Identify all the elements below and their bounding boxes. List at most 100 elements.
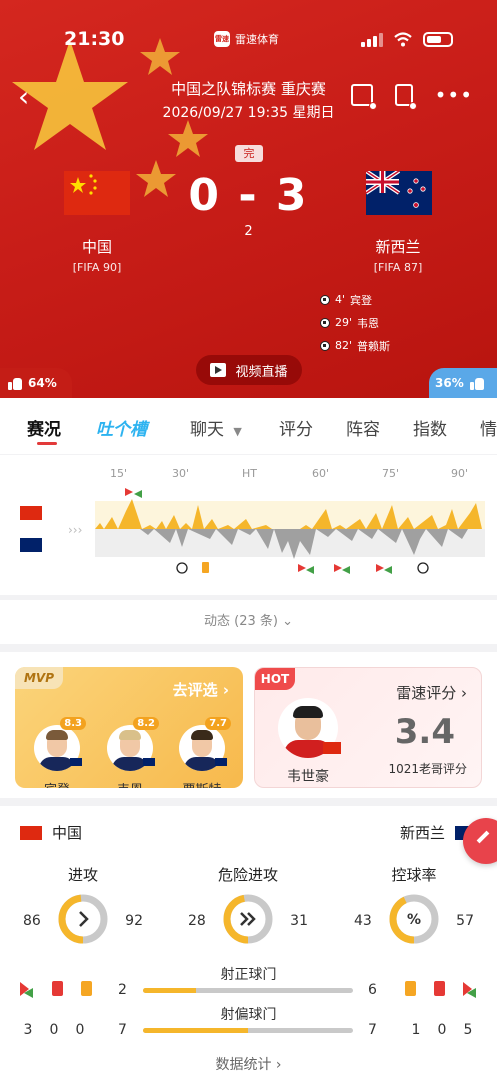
home-value: 28 [188, 913, 206, 929]
double-chevron-icon [223, 894, 273, 944]
tab-chat[interactable]: 聊天 ▼ [190, 415, 242, 440]
chevron-down-icon: ▼ [233, 425, 242, 438]
gauge-possession: 控球率 43 % 57 [354, 864, 474, 953]
signal-icon [361, 32, 383, 47]
calendar-icon[interactable] [350, 84, 377, 110]
system-icons [361, 32, 453, 47]
momentum-chart: 15' 30' HT 60' 75' 90' ››› [20, 467, 485, 574]
goal-minute: 82' [335, 339, 353, 352]
app-logo-icon: 雷速 [214, 31, 230, 47]
events-link[interactable]: 动态 (23 条) ⌄ [0, 600, 497, 644]
player-name: 韦恩 [105, 779, 155, 788]
stats-link[interactable]: 数据统计 › [0, 1054, 497, 1074]
home-vote-button[interactable]: 64% [0, 368, 72, 398]
mvp-candidate[interactable]: 7.7 贾斯特 [177, 717, 231, 788]
tick-label: 60' [312, 467, 329, 480]
home-team[interactable]: 中国 [FIFA 90] [37, 236, 157, 274]
thumbs-up-icon [469, 376, 484, 390]
tab-overview[interactable]: 赛况 [27, 415, 61, 440]
away-vote-button[interactable]: 36% [429, 368, 497, 398]
player-rating: 7.7 [205, 717, 231, 730]
stat-label: 射正球门 [220, 967, 277, 983]
player-rating: 8.2 [133, 717, 159, 730]
china-flag-icon [323, 742, 341, 754]
mvp-candidate[interactable]: 8.3 宾登 [32, 717, 86, 788]
stats-panel: 中国 新西兰 进攻 86 92 危险进攻 28 31 控球率 43 % 57 射… [0, 806, 497, 1080]
tick-label: 15' [110, 467, 127, 480]
tab-odds[interactable]: 指数 [413, 415, 447, 440]
vote-mvp-link[interactable]: 去评选 › [173, 679, 229, 700]
tick-label: 75' [382, 467, 399, 480]
football-icon [320, 340, 330, 351]
goal-item: 29' 韦恩 [320, 311, 390, 334]
rating-title-link[interactable]: 雷速评分 › [396, 682, 467, 703]
goal-marker [176, 562, 188, 574]
goal-minute: 29' [335, 316, 353, 329]
goal-list: 4' 宾登 29' 韦恩 82' 普赖斯 [320, 288, 390, 357]
football-icon [320, 317, 330, 328]
goal-scorer: 普赖斯 [357, 339, 391, 353]
home-value: 43 [354, 913, 372, 929]
tick-label: HT [242, 467, 257, 480]
away-team-rank: [FIFA 87] [373, 261, 423, 274]
home-counts: 300 [23, 1022, 85, 1038]
active-tab-indicator [37, 442, 57, 445]
away-team[interactable]: 新西兰 [FIFA 87] [338, 236, 458, 274]
football-icon [320, 294, 330, 305]
hot-player[interactable]: 韦世豪 [275, 698, 341, 786]
mvp-candidate[interactable]: 8.2 韦恩 [105, 717, 159, 788]
chevron-right-icon [58, 894, 108, 944]
app-indicator: 雷速 雷速体育 [214, 31, 279, 47]
percent-icon: % [389, 894, 439, 944]
player-name: 贾斯特 [177, 779, 227, 788]
match-header: 21:30 雷速 雷速体育 ‹ 中国之队锦标赛 重庆赛 2026/09/27 1… [0, 0, 497, 398]
home-team-name: 中国 [81, 238, 112, 256]
away-value: 7 [368, 1022, 377, 1038]
arrows-icon: ››› [68, 523, 82, 537]
app-name: 雷速体育 [235, 33, 279, 46]
goal-marker [417, 562, 429, 574]
events-link-label: 动态 (23 条) [204, 614, 278, 629]
player-name: 宾登 [32, 779, 82, 788]
tab-bar: 赛况 吐个槽 聊天 ▼ 评分 阵容 指数 情 [0, 398, 497, 454]
hot-rating-card[interactable]: HOT 韦世豪 雷速评分 › 3.4 1021老哥评分 [254, 667, 482, 788]
play-icon [210, 363, 227, 377]
tick-label: 30' [172, 467, 189, 480]
tab-tucao-label: 吐个槽 [96, 420, 147, 440]
yellow-card-marker [202, 562, 209, 573]
away-value: 6 [368, 982, 377, 998]
goal-scorer: 韦恩 [357, 316, 380, 330]
phone-icon[interactable] [394, 84, 417, 110]
stat-label: 射偏球门 [220, 1007, 277, 1023]
goal-minute: 4' [335, 293, 346, 306]
header-actions: ••• [350, 84, 473, 110]
china-flag-icon [20, 825, 42, 840]
goal-item: 82' 普赖斯 [320, 334, 390, 357]
home-team-name: 中国 [52, 824, 83, 842]
more-icon[interactable]: ••• [435, 85, 473, 105]
away-team-name: 新西兰 [375, 238, 421, 256]
goal-scorer: 宾登 [350, 293, 373, 307]
away-value: 57 [456, 913, 474, 929]
away-counts: 105 [411, 1022, 473, 1038]
new-zealand-flag-icon [215, 758, 227, 766]
tab-more[interactable]: 情 [480, 415, 497, 440]
away-vote-percent: 36% [435, 376, 464, 390]
hot-badge: HOT [255, 668, 295, 690]
new-zealand-flag-icon[interactable] [364, 169, 432, 215]
highlight-cards: MVP 去评选 › 8.3 宾登 8.2 韦恩 7.7 贾斯特 HOT 韦世豪 … [0, 652, 497, 798]
wifi-icon [394, 32, 412, 47]
rating-value: 3.4 [394, 712, 455, 752]
momentum-timeline[interactable]: 15' 30' HT 60' 75' 90' ››› [0, 455, 497, 595]
gauge-title: 控球率 [391, 866, 437, 884]
away-team-name: 新西兰 [399, 824, 445, 842]
gauge-dangerous-attack: 危险进攻 28 31 [188, 864, 308, 953]
away-value: 31 [290, 913, 308, 929]
stat-bar [143, 1028, 353, 1033]
tab-rating[interactable]: 评分 [279, 415, 313, 440]
tab-tucao[interactable]: 吐个槽 [96, 415, 147, 440]
player-rating: 8.3 [60, 717, 86, 730]
mvp-card[interactable]: MVP 去评选 › 8.3 宾登 8.2 韦恩 7.7 贾斯特 [15, 667, 243, 788]
tab-lineup[interactable]: 阵容 [346, 415, 380, 440]
live-stream-button[interactable]: 视频直播 [196, 355, 302, 385]
